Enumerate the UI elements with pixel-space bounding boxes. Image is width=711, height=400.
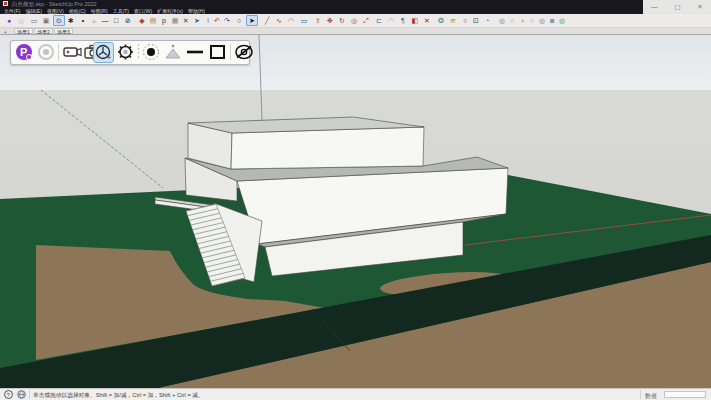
title-bar: 白色模型.skp - SketchUp Pro 2022 (0, 0, 711, 8)
text-icon[interactable]: ¶ (398, 15, 408, 26)
video-camera-icon[interactable] (63, 43, 83, 65)
main-toolbar: ●◎▭▣⊙✱•▲—□⊘◆▤p▦✕➤i↶↷○➤╱∿◠▭⇧✥↻◎⤢⊏◠¶◧✕❂≋○⊡… (0, 14, 711, 28)
zoom-tool-icon[interactable]: ○ (460, 15, 470, 26)
rotate-icon[interactable]: ↻ (337, 15, 347, 26)
zoom-blue-icon[interactable]: p (159, 15, 169, 26)
circle-faded-icon[interactable] (37, 43, 55, 65)
video-camera-icon[interactable]: ▭ (29, 15, 39, 26)
top-front-face (231, 127, 424, 169)
hide-icon[interactable]: ⊘ (123, 15, 133, 26)
redo-icon[interactable]: ↷ (222, 15, 232, 26)
views-4-icon[interactable]: ○ (527, 15, 537, 26)
freehand-icon[interactable]: ∿ (274, 15, 284, 26)
gear-flower-icon[interactable] (116, 43, 135, 65)
cone-point-icon[interactable] (163, 43, 183, 65)
photo-camera-icon[interactable]: ▣ (41, 15, 51, 26)
gear-icon[interactable]: ✱ (66, 15, 76, 26)
move-icon[interactable]: ✥ (325, 15, 335, 26)
select-arrow-icon[interactable]: ➤ (246, 15, 258, 26)
zoom-extents-icon[interactable]: ⊡ (471, 15, 481, 26)
delete-icon[interactable]: ✕ (181, 15, 191, 26)
scene-camera-icon[interactable]: + (93, 42, 114, 63)
push-pull-icon[interactable]: ⇧ (313, 15, 323, 26)
protractor-icon[interactable]: ◠ (386, 15, 396, 26)
section-line-icon[interactable]: — (100, 15, 110, 26)
point-dot-icon[interactable] (142, 43, 160, 65)
prev-view-icon[interactable]: ◔ (482, 15, 492, 26)
paint-icon[interactable]: ◧ (410, 15, 420, 26)
pencil-icon[interactable]: ╱ (262, 15, 272, 26)
undo-icon[interactable]: ↶ (212, 15, 222, 26)
app-icon (3, 1, 8, 6)
point-icon[interactable]: • (78, 15, 88, 26)
erase-x-icon[interactable]: ✕ (422, 15, 432, 26)
floating-toolbar: P + (10, 40, 250, 65)
scale-icon[interactable]: ⤢ (361, 15, 371, 26)
pan-icon[interactable]: ≋ (448, 15, 458, 26)
eraser-icon[interactable]: ▤ (148, 15, 158, 26)
views-5-icon[interactable]: ◍ (537, 15, 547, 26)
window-controls: — ▢ ✕ (643, 0, 711, 14)
svg-text:?: ? (7, 392, 11, 398)
views-7-icon[interactable]: ◍ (557, 15, 567, 26)
views-3-icon[interactable]: ◑ (517, 15, 527, 26)
scene-camera-icon[interactable]: ⊙ (53, 15, 65, 26)
status-bar: ? 单击或拖动以选择对象。Shift = 加/减，Ctrl = 加，Shift … (0, 388, 711, 400)
orbit-icon[interactable]: ❂ (436, 15, 446, 26)
model-scene (0, 35, 711, 388)
cursor-blue-icon[interactable]: ➤ (192, 15, 202, 26)
plugin-logo-icon[interactable]: ● (4, 15, 14, 26)
help-icon[interactable]: ? (4, 390, 13, 400)
tape-measure-icon[interactable]: ⊏ (374, 15, 384, 26)
views-2-icon[interactable]: ○ (507, 15, 517, 26)
shape-rect-icon[interactable]: ▭ (299, 15, 309, 26)
measurement-label: 数值 (645, 392, 657, 400)
square-outline-icon[interactable] (208, 43, 227, 65)
svg-text:+: + (107, 54, 111, 61)
model-info-icon[interactable]: ◆ (137, 15, 147, 26)
minimize-button[interactable]: — (651, 3, 658, 11)
status-message: 单击或拖动以选择对象。Shift = 加/减，Ctrl = 加，Shift + … (33, 391, 204, 400)
hide-eye-icon[interactable] (234, 43, 254, 65)
offset-icon[interactable]: ◎ (349, 15, 359, 26)
circle-faded-icon[interactable]: ◎ (16, 15, 26, 26)
viewport-3d[interactable]: P + (0, 34, 711, 388)
thick-line-icon[interactable] (185, 43, 205, 65)
cone-icon[interactable]: ▲ (89, 15, 99, 26)
arc-icon[interactable]: ◠ (286, 15, 296, 26)
views-1-icon[interactable]: ◍ (497, 15, 507, 26)
window-title: 白色模型.skp - SketchUp Pro 2022 (12, 1, 97, 8)
views-6-icon[interactable]: ◙ (547, 15, 557, 26)
maximize-button[interactable]: ▢ (674, 3, 680, 11)
plugin-logo-icon[interactable]: P (15, 43, 33, 65)
measurement-input[interactable] (664, 391, 706, 398)
rectangle-icon[interactable]: □ (111, 15, 121, 26)
geo-icon[interactable] (17, 390, 26, 400)
match-photo-icon[interactable]: ▦ (170, 15, 180, 26)
close-button[interactable]: ✕ (697, 3, 702, 11)
zoom-icon[interactable]: ○ (234, 15, 244, 26)
